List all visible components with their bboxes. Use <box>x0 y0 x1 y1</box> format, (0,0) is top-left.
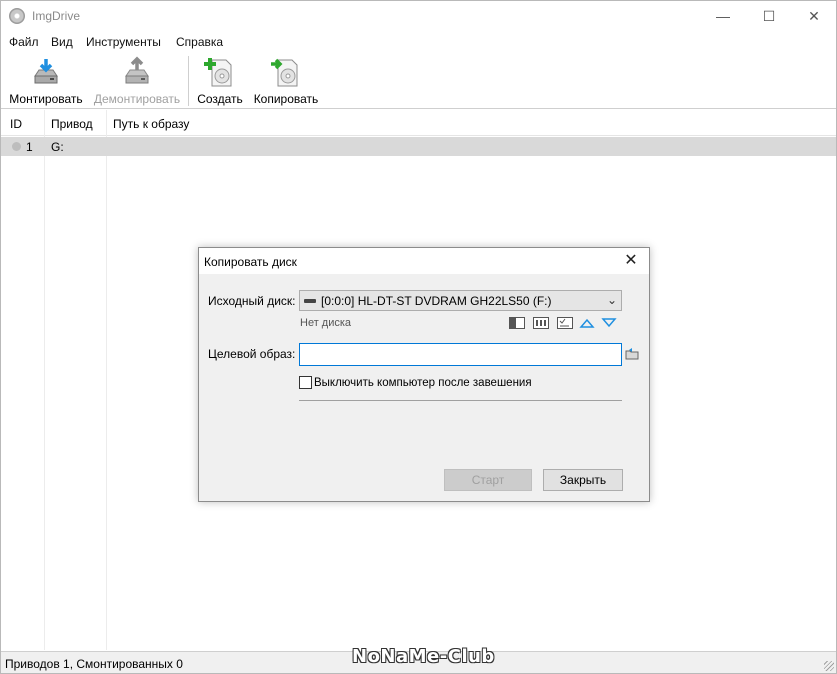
move-up-icon[interactable] <box>579 317 595 329</box>
checklist-icon[interactable] <box>557 317 573 329</box>
unmount-label: Демонтировать <box>93 92 181 106</box>
disc-app-icon <box>9 8 25 24</box>
window-title: ImgDrive <box>32 9 81 23</box>
chevron-down-icon: ⌄ <box>606 293 617 307</box>
dialog-title: Копировать диск <box>204 255 297 269</box>
column-drive[interactable]: Привод <box>51 117 93 131</box>
copy-disc-dialog: Копировать диск ✕ Исходный диск: [0:0:0]… <box>198 247 650 502</box>
toolbar: Монтировать Демонтировать Создать Копиро… <box>1 52 836 109</box>
maximize-button[interactable]: ☐ <box>746 1 792 32</box>
panel-view-icon[interactable] <box>509 317 525 329</box>
target-image-label: Целевой образ: <box>208 347 296 361</box>
column-id[interactable]: ID <box>10 117 22 131</box>
target-image-input[interactable] <box>299 343 622 366</box>
create-label: Создать <box>197 92 243 106</box>
browse-folder-icon[interactable] <box>625 348 639 360</box>
unmount-button[interactable]: Демонтировать <box>91 56 183 108</box>
disc-status-text: Нет диска <box>300 317 352 329</box>
dialog-close-action-button[interactable]: Закрыть <box>543 469 623 491</box>
create-button[interactable]: Создать <box>195 56 245 108</box>
menu-view[interactable]: Вид <box>51 35 73 49</box>
column-image-path[interactable]: Путь к образу <box>113 117 189 131</box>
mount-label: Монтировать <box>9 92 83 106</box>
minimize-button[interactable]: — <box>700 1 746 32</box>
dialog-close-button[interactable]: ✕ <box>616 248 646 274</box>
create-image-icon <box>204 58 232 87</box>
dialog-title-bar[interactable]: Копировать диск ✕ <box>199 248 649 274</box>
close-window-button[interactable]: ✕ <box>791 1 837 32</box>
mount-drive-icon <box>34 59 58 84</box>
column-divider <box>44 110 45 650</box>
row-drive: G: <box>51 140 64 154</box>
start-button[interactable]: Старт <box>444 469 532 491</box>
mount-button[interactable]: Монтировать <box>7 56 85 108</box>
shutdown-checkbox-label[interactable]: Выключить компьютер после завешения <box>314 377 532 389</box>
copy-label: Копировать <box>253 92 319 106</box>
copy-disc-icon <box>271 58 298 87</box>
table-row[interactable]: 1 G: <box>1 137 836 156</box>
optical-drive-icon <box>304 299 316 303</box>
menu-file[interactable]: Файл <box>9 35 39 49</box>
source-disc-select[interactable]: [0:0:0] HL-DT-ST DVDRAM GH22LS50 (F:) ⌄ <box>299 290 622 311</box>
copy-button[interactable]: Копировать <box>251 56 321 108</box>
status-text: Приводов 1, Смонтированных 0 <box>5 657 183 671</box>
source-disc-value: [0:0:0] HL-DT-ST DVDRAM GH22LS50 (F:) <box>321 294 552 308</box>
move-down-icon[interactable] <box>601 317 617 329</box>
list-header: ID Привод Путь к образу <box>1 110 836 136</box>
resize-grip[interactable] <box>824 661 834 671</box>
dialog-divider <box>299 400 622 401</box>
source-disc-label: Исходный диск: <box>208 294 296 308</box>
column-divider <box>106 110 107 650</box>
toolbar-separator <box>188 56 189 106</box>
watermark-text: NoNaMe-Club <box>352 646 495 667</box>
unmount-drive-icon <box>125 56 149 84</box>
title-bar[interactable]: ImgDrive — ☐ ✕ <box>1 1 836 32</box>
menu-help[interactable]: Справка <box>176 35 223 49</box>
drive-status-icon <box>12 142 21 151</box>
menu-bar: Файл Вид Инструменты Справка <box>1 32 836 52</box>
menu-tools[interactable]: Инструменты <box>86 35 161 49</box>
row-id: 1 <box>26 140 33 154</box>
shutdown-checkbox[interactable] <box>299 376 312 389</box>
drive-info-icon[interactable] <box>533 317 549 329</box>
